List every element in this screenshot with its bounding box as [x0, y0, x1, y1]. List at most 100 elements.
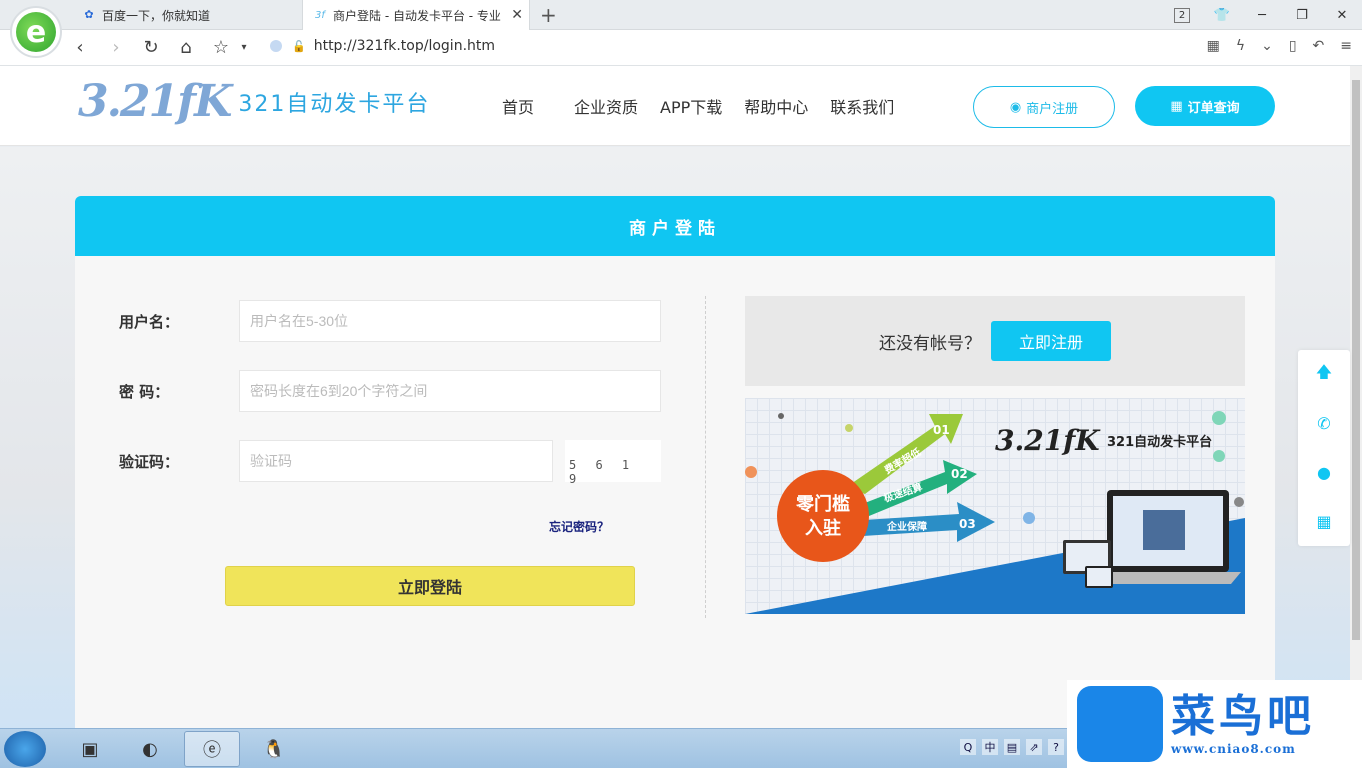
url-text: http://321fk.top/login.htm [313, 38, 496, 54]
refresh-icon[interactable]: ↻ [139, 36, 163, 60]
chevron-down-icon[interactable]: ⌄ [1261, 38, 1273, 54]
tray-help-icon[interactable]: ? [1048, 739, 1064, 755]
laptop-content [1143, 510, 1185, 550]
decor-dot [845, 424, 853, 432]
watermark-title: 菜鸟吧 [1171, 691, 1315, 742]
site-logo[interactable]: 3.21fK 321自动发卡平台 [78, 76, 430, 127]
qr-code-icon[interactable]: ▦ [1207, 38, 1220, 54]
nav-app-download[interactable]: APP下载 [660, 94, 722, 118]
back-icon[interactable]: ‹ [68, 36, 92, 60]
close-tab-icon[interactable]: ✕ [511, 7, 523, 23]
calendar-icon: ▦ [1170, 98, 1183, 114]
nav-help-center[interactable]: 帮助中心 [744, 94, 808, 118]
tab-count-button[interactable]: 2 [1162, 0, 1202, 30]
main-nav: 首页 企业资质 APP下载 帮助中心 联系我们 [490, 94, 916, 118]
decor-dot [745, 466, 757, 478]
login-card-title: 商户登陆 [75, 196, 1275, 256]
forward-icon[interactable]: › [104, 36, 128, 60]
decor-dot [1213, 450, 1225, 462]
login-submit-button[interactable]: 立即登陆 [225, 566, 635, 606]
logo-text: 321自动发卡平台 [238, 91, 431, 117]
merchant-register-button[interactable]: ◉ 商户注册 [973, 86, 1115, 128]
taskbar-explorer-icon[interactable]: ▣ [62, 731, 118, 767]
star-icon[interactable]: ☆ [209, 36, 233, 60]
decor-dot [1023, 512, 1035, 524]
taskbar-browser-icon[interactable]: ⓔ [184, 731, 240, 767]
nav-contact[interactable]: 联系我们 [830, 94, 894, 118]
scrollbar-thumb[interactable] [1352, 80, 1360, 640]
order-query-button[interactable]: ▦ 订单查询 [1135, 86, 1275, 126]
undo-icon[interactable]: ↶ [1313, 38, 1325, 54]
url-field[interactable]: 🔓 http://321fk.top/login.htm [270, 38, 495, 54]
decor-dot [778, 413, 784, 419]
password-input[interactable] [239, 370, 661, 412]
language-indicator[interactable]: 中 [982, 739, 998, 755]
tab-count-badge: 2 [1174, 7, 1190, 23]
username-row: 用户名： [119, 300, 661, 342]
tray-keyboard-icon[interactable]: ▤ [1004, 739, 1020, 755]
watermark-text-block: 菜鸟吧 www.cniao8.com [1171, 691, 1315, 757]
qr-code-icon[interactable]: ▦ [1298, 497, 1350, 546]
logo-mark: 3.21fK [78, 76, 232, 127]
home-icon[interactable]: ⌂ [174, 36, 198, 60]
tab-baidu[interactable]: ✿ 百度一下，你就知道 [72, 0, 300, 30]
merchant-register-label: 商户注册 [1026, 101, 1079, 117]
security-dot-icon [270, 40, 282, 52]
register-prompt-text: 还没有帐号？ [879, 333, 981, 354]
username-label: 用户名： [119, 312, 180, 331]
browser-tab-bar: ✿ 百度一下，你就知道 3f 商户登陆 - 自动发卡平台 - 专业 ✕ + 2 … [0, 0, 1362, 31]
shirt-skin-icon[interactable]: 👕 [1202, 0, 1242, 30]
page-scrollbar[interactable] [1350, 66, 1362, 728]
captcha-row: 验证码： 5 6 1 9 [119, 440, 661, 486]
site-header: 3.21fK 321自动发卡平台 首页 企业资质 APP下载 帮助中心 联系我们… [0, 66, 1350, 146]
browser-logo-icon[interactable]: e [10, 6, 62, 58]
back-to-top-icon[interactable]: 🡅 [1298, 350, 1350, 399]
captcha-image[interactable]: 5 6 1 9 [565, 440, 661, 486]
forgot-password-link[interactable]: 忘记密码？ [549, 518, 609, 535]
promo-illustration: 费率超低 01 极速结算 02 企业保障 03 零门槛 入驻 3.21fK 32… [745, 411, 1245, 614]
tab-title: 商户登陆 - 自动发卡平台 - 专业 [333, 9, 501, 23]
user-icon: ◉ [1009, 99, 1022, 115]
floating-side-toolbar: 🡅 ✆ ● ▦ [1298, 350, 1350, 546]
arrow-01-num: 01 [933, 423, 950, 437]
password-row: 密 码： [119, 370, 661, 412]
promo-badge-line2: 入驻 [805, 517, 841, 539]
menu-icon[interactable]: ≡ [1340, 38, 1352, 54]
watermark: 菜鸟吧 www.cniao8.com [1067, 680, 1362, 768]
new-tab-icon[interactable]: + [540, 3, 557, 27]
chevron-down-icon[interactable]: ▾ [232, 36, 256, 60]
bird-logo-icon [1077, 686, 1163, 762]
input-method-icon[interactable]: Q [960, 739, 976, 755]
lightning-icon[interactable]: ϟ [1236, 38, 1245, 54]
window-close-icon[interactable]: ✕ [1322, 0, 1362, 30]
phone-icon[interactable]: ✆ [1298, 399, 1350, 448]
reading-mode-icon[interactable]: ▯ [1289, 38, 1297, 54]
decor-dot [1234, 497, 1244, 507]
arrow-02-num: 02 [951, 467, 968, 481]
password-label: 密 码： [119, 382, 170, 401]
taskbar-app-icon[interactable]: ◐ [122, 731, 178, 767]
order-query-label: 订单查询 [1187, 100, 1240, 116]
register-now-button[interactable]: 立即注册 [991, 321, 1111, 361]
minimize-icon[interactable]: ─ [1242, 0, 1282, 30]
login-card: 商户登陆 用户名： 密 码： 验证码： 5 6 1 9 忘记密码？ 立即登陆 还… [75, 196, 1275, 736]
maximize-icon[interactable]: ❐ [1282, 0, 1322, 30]
phone-display [1087, 568, 1111, 586]
tray-tool-icon[interactable]: ⇗ [1026, 739, 1042, 755]
nav-home[interactable]: 首页 [502, 94, 534, 118]
tab-login[interactable]: 3f 商户登陆 - 自动发卡平台 - 专业 ✕ [302, 0, 530, 31]
taskbar-qq-icon[interactable]: 🐧 [246, 731, 302, 767]
decor-dot [1212, 411, 1226, 425]
vertical-divider [705, 296, 706, 618]
arrow-03-num: 03 [959, 517, 976, 531]
qq-icon[interactable]: ● [1298, 448, 1350, 497]
nav-qualification[interactable]: 企业资质 [574, 94, 638, 118]
tab-title: 百度一下，你就知道 [102, 8, 211, 23]
insecure-lock-icon: 🔓 [292, 39, 306, 53]
baidu-paw-icon: ✿ [84, 8, 94, 21]
captcha-input[interactable] [239, 440, 553, 482]
laptop-base [1095, 572, 1241, 584]
captcha-text: 5 6 1 9 [569, 458, 636, 486]
start-button-icon[interactable] [4, 731, 46, 767]
username-input[interactable] [239, 300, 661, 342]
